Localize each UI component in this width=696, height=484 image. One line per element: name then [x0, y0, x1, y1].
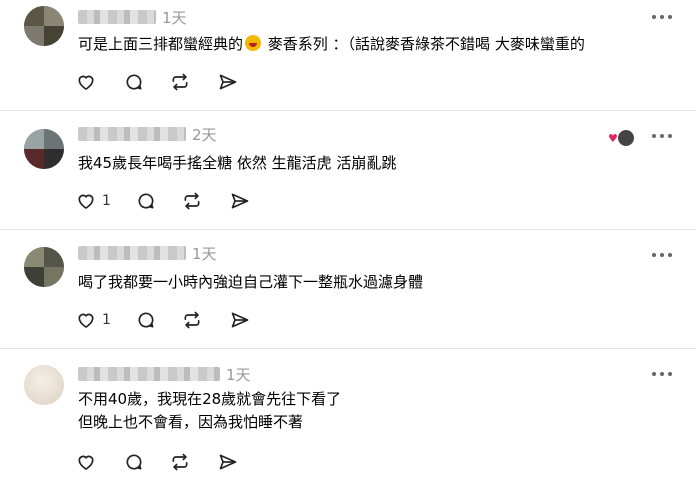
- comment-text-part: 可是上面三排都蠻經典的: [78, 35, 244, 53]
- share-button[interactable]: [218, 70, 238, 94]
- username[interactable]: [78, 367, 220, 381]
- comment-text-line-1: 不用40歲，我現在28歲就會先往下看了: [78, 390, 342, 408]
- like-button[interactable]: 1: [76, 308, 111, 332]
- comment-text-line-2: 但晚上也不會看，因為我怕睡不著: [78, 413, 304, 431]
- repost-icon: [184, 311, 200, 329]
- heart-icon: [78, 75, 94, 90]
- avatar[interactable]: [24, 247, 64, 287]
- timestamp: 1天: [226, 366, 251, 384]
- comment-4: 1天 不用40歲，我現在28歲就會先往下看了 但晚上也不會看，因為我怕睡不著: [0, 349, 696, 484]
- reactor-avatar: [617, 129, 635, 147]
- heart-icon: [78, 313, 94, 328]
- heart-icon: [78, 455, 94, 470]
- avatar[interactable]: [24, 365, 64, 405]
- comment-1: 1天 可是上面三排都蠻經典的 麥香系列 ：（話說麥香綠茶不錯喝 大麥味蠻重的: [0, 0, 696, 110]
- username[interactable]: [78, 246, 186, 260]
- comment-text: 喝了我都要一小時內強迫自己灌下一整瓶水過濾身體: [78, 273, 424, 291]
- comment-icon: [126, 454, 142, 470]
- comment-text: 我45歲長年喝手搖全糖 依然 生龍活虎 活崩亂跳: [78, 154, 397, 172]
- like-button[interactable]: [76, 70, 96, 94]
- comment-icon: [126, 74, 142, 90]
- repost-button[interactable]: [182, 189, 202, 213]
- comment-text-part: 麥香系列 ：（話說麥香綠茶不錯喝 大麥味蠻重的: [263, 35, 585, 53]
- repost-icon: [184, 192, 200, 210]
- reply-button[interactable]: [124, 70, 144, 94]
- timestamp: 1天: [162, 9, 187, 27]
- comment-icon: [138, 312, 154, 328]
- more-icon[interactable]: [652, 133, 672, 139]
- send-icon: [219, 454, 237, 470]
- reply-button[interactable]: [136, 308, 156, 332]
- like-count: 1: [102, 193, 111, 209]
- send-icon: [231, 312, 249, 328]
- comment-3: 1天 喝了我都要一小時內強迫自己灌下一整瓶水過濾身體 1: [0, 230, 696, 348]
- timestamp: 2天: [192, 126, 217, 144]
- username[interactable]: [78, 10, 156, 24]
- more-icon[interactable]: [652, 371, 672, 377]
- reply-button[interactable]: [124, 450, 144, 474]
- repost-icon: [172, 453, 188, 471]
- more-icon[interactable]: [652, 14, 672, 20]
- more-icon[interactable]: [652, 252, 672, 258]
- reaction-avatars[interactable]: ♥: [608, 129, 635, 147]
- share-button[interactable]: [230, 189, 250, 213]
- comment-2: 2天 ♥ 我45歲長年喝手搖全糖 依然 生龍活虎 活崩亂跳 1: [0, 111, 696, 229]
- username[interactable]: [78, 127, 186, 141]
- like-count: 1: [102, 312, 111, 328]
- repost-icon: [172, 73, 188, 91]
- laughing-face-emoji-icon: [245, 35, 262, 51]
- repost-button[interactable]: [170, 450, 190, 474]
- comment-text: 可是上面三排都蠻經典的 麥香系列 ：（話說麥香綠茶不錯喝 大麥味蠻重的: [78, 33, 585, 55]
- avatar[interactable]: [24, 6, 64, 46]
- avatar[interactable]: [24, 129, 64, 169]
- send-icon: [219, 74, 237, 90]
- repost-button[interactable]: [182, 308, 202, 332]
- timestamp: 1天: [192, 245, 217, 263]
- heart-icon: [78, 194, 94, 209]
- comment-icon: [138, 193, 154, 209]
- share-button[interactable]: [218, 450, 238, 474]
- send-icon: [231, 193, 249, 209]
- like-button[interactable]: [76, 450, 96, 474]
- repost-button[interactable]: [170, 70, 190, 94]
- like-button[interactable]: 1: [76, 189, 111, 213]
- reply-button[interactable]: [136, 189, 156, 213]
- share-button[interactable]: [230, 308, 250, 332]
